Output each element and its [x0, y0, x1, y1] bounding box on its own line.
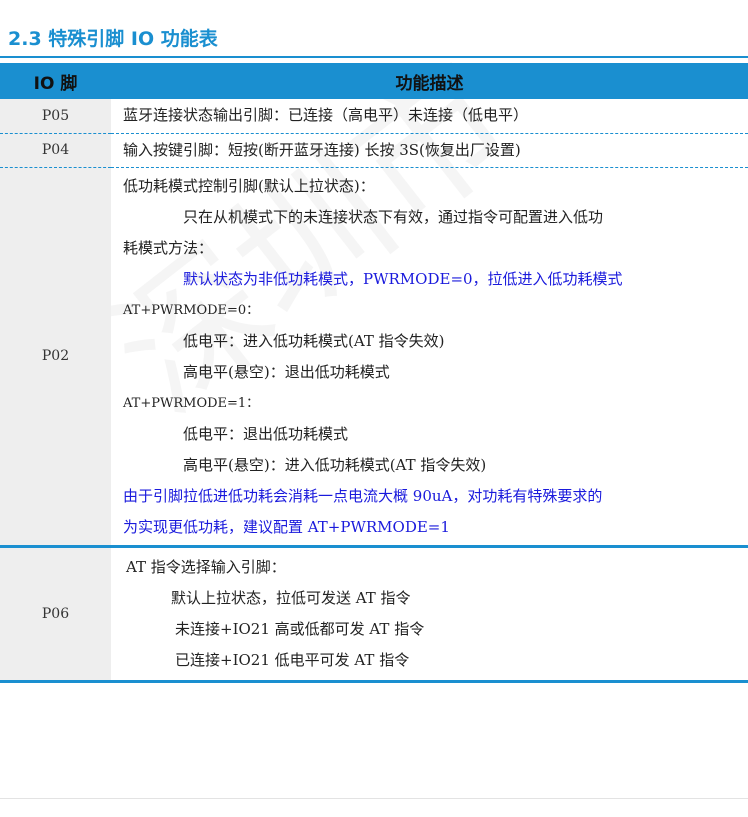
io-function-table: IO 脚 功能描述 P05 蓝牙连接状态输出引脚：已连接（高电平）未连接（低电平…: [0, 63, 748, 683]
desc-line: 低电平：退出低功耗模式: [183, 424, 349, 443]
desc-cell: 低功耗模式控制引脚(默认上拉状态)： 只在从机模式下的未连接状态下有效，通过指令…: [111, 167, 748, 548]
pin-cell: P04: [0, 133, 111, 168]
desc-line: AT+PWRMODE=1：: [123, 395, 260, 411]
desc-line: 只在从机模式下的未连接状态下有效，通过指令可配置进入低功: [183, 207, 604, 226]
desc-line: 已连接+IO21 低电平可发 AT 指令: [175, 650, 410, 669]
desc-line: AT 指令选择输入引脚：: [126, 557, 286, 576]
table-row: P05 蓝牙连接状态输出引脚：已连接（高电平）未连接（低电平）: [0, 99, 748, 134]
desc-line: 低功耗模式控制引脚(默认上拉状态)：: [123, 176, 375, 195]
desc-line: 默认上拉状态，拉低可发送 AT 指令: [171, 588, 411, 607]
desc-line: 蓝牙连接状态输出引脚：已连接（高电平）未连接（低电平）: [123, 106, 529, 125]
section-title: 2.3 特殊引脚 IO 功能表: [8, 28, 218, 50]
page-footer-rule: [0, 798, 748, 799]
header-function-desc: 功能描述: [111, 63, 748, 99]
header-io-pin: IO 脚: [0, 63, 111, 99]
desc-line-highlight: 由于引脚拉低进低功耗会消耗一点电流大概 90uA，对功耗有特殊要求的: [123, 486, 603, 505]
desc-cell: 输入按键引脚：短按(断开蓝牙连接) 长按 3S(恢复出厂设置): [111, 133, 748, 168]
table-row: P06 AT 指令选择输入引脚： 默认上拉状态，拉低可发送 AT 指令 未连接+…: [0, 546, 748, 683]
desc-line-highlight: 为实现更低功耗，建议配置 AT+PWRMODE=1: [123, 517, 450, 536]
desc-line: 耗模式方法：: [123, 238, 214, 257]
pin-cell: P06: [0, 546, 111, 683]
desc-cell: AT 指令选择输入引脚： 默认上拉状态，拉低可发送 AT 指令 未连接+IO21…: [111, 546, 748, 683]
table-header-row: IO 脚 功能描述: [0, 63, 748, 99]
table-row: P02 低功耗模式控制引脚(默认上拉状态)： 只在从机模式下的未连接状态下有效，…: [0, 167, 748, 548]
desc-cell: 蓝牙连接状态输出引脚：已连接（高电平）未连接（低电平）: [111, 99, 748, 134]
desc-line-highlight: 默认状态为非低功耗模式，PWRMODE=0，拉低进入低功耗模式: [183, 269, 623, 288]
desc-line: AT+PWRMODE=0：: [123, 302, 260, 318]
desc-line: 未连接+IO21 高或低都可发 AT 指令: [175, 619, 425, 638]
pin-cell: P05: [0, 99, 111, 134]
pin-cell: P02: [0, 167, 111, 548]
desc-line: 高电平(悬空)：进入低功耗模式(AT 指令失效): [183, 455, 487, 474]
desc-line: 低电平：进入低功耗模式(AT 指令失效): [183, 331, 445, 350]
title-rule: [0, 56, 748, 58]
desc-line: 输入按键引脚：短按(断开蓝牙连接) 长按 3S(恢复出厂设置): [123, 140, 521, 159]
desc-line: 高电平(悬空)：退出低功耗模式: [183, 362, 390, 381]
table-row: P04 输入按键引脚：短按(断开蓝牙连接) 长按 3S(恢复出厂设置): [0, 133, 748, 168]
